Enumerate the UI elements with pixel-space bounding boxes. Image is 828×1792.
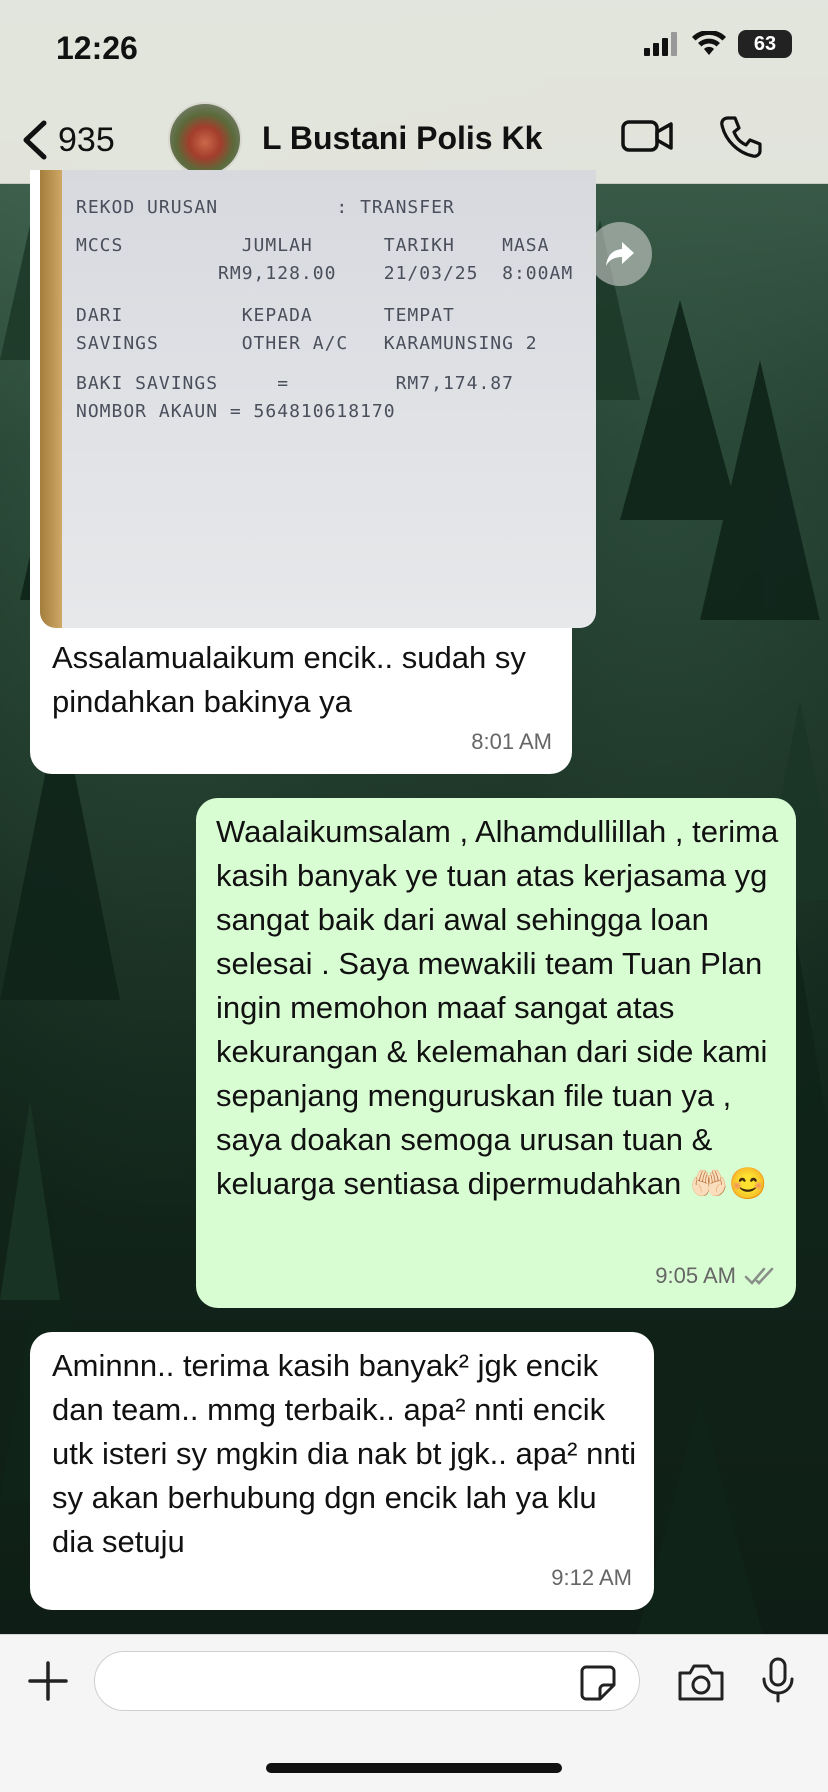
forward-button[interactable] (588, 222, 652, 286)
receipt-edge (40, 170, 62, 628)
message-time: 9:12 AM (551, 1565, 632, 1590)
status-icons: 63 (644, 30, 792, 58)
message-time: 9:05 AM (655, 1263, 736, 1288)
sticker-icon (580, 1665, 616, 1701)
chevron-left-icon (23, 120, 47, 160)
avatar[interactable] (168, 102, 242, 176)
receipt-line: NOMBOR AKAUN = 564810618170 (76, 401, 396, 422)
double-check-icon (744, 1267, 774, 1285)
phone-icon (720, 116, 762, 158)
receipt-line: SAVINGS OTHER A/C KARAMUNSING 2 (76, 333, 538, 354)
status-bar: 12:26 63 (0, 0, 828, 100)
video-call-button[interactable] (620, 116, 674, 161)
battery-indicator: 63 (738, 30, 792, 58)
message-input[interactable] (94, 1651, 640, 1711)
video-camera-icon (621, 120, 673, 152)
message-composer (0, 1634, 828, 1792)
back-button[interactable]: 935 (20, 114, 115, 166)
message-time: 8:01 AM (471, 729, 552, 754)
camera-icon (678, 1664, 724, 1701)
voice-call-button[interactable] (718, 114, 764, 165)
home-indicator[interactable] (266, 1763, 562, 1773)
receipt-photo[interactable]: REKOD URUSAN : TRANSFER MCCS JUMLAH TARI… (40, 170, 596, 628)
unread-count: 935 (58, 120, 115, 159)
message-text: Aminnn.. terima kasih banyak² jgk encik … (52, 1348, 637, 1559)
wifi-icon (692, 31, 726, 55)
message-text: Waalaikumsalam , Alhamdullillah , terima… (216, 814, 779, 1201)
message-meta: 9:05 AM (655, 1254, 776, 1298)
microphone-icon (762, 1657, 794, 1703)
status-time: 12:26 (56, 30, 138, 66)
microphone-button[interactable] (760, 1657, 796, 1710)
message-text: Assalamualaikum encik.. sudah sy pindahk… (52, 640, 526, 719)
incoming-image-message[interactable]: REKOD URUSAN : TRANSFER MCCS JUMLAH TARI… (30, 170, 596, 774)
attach-button[interactable] (26, 1659, 70, 1708)
forward-arrow-icon (606, 242, 634, 266)
contact-name[interactable]: L Bustani Polis Kk (262, 120, 542, 157)
plus-icon (28, 1661, 68, 1701)
receipt-line: RM9,128.00 21/03/25 8:00AM (76, 263, 574, 284)
signal-icon (644, 32, 677, 56)
outgoing-text-message[interactable]: Waalaikumsalam , Alhamdullillah , terima… (196, 798, 796, 1308)
sticker-button[interactable] (578, 1663, 618, 1708)
camera-button[interactable] (676, 1661, 726, 1708)
incoming-text-message[interactable]: Aminnn.. terima kasih banyak² jgk encik … (30, 1332, 654, 1610)
